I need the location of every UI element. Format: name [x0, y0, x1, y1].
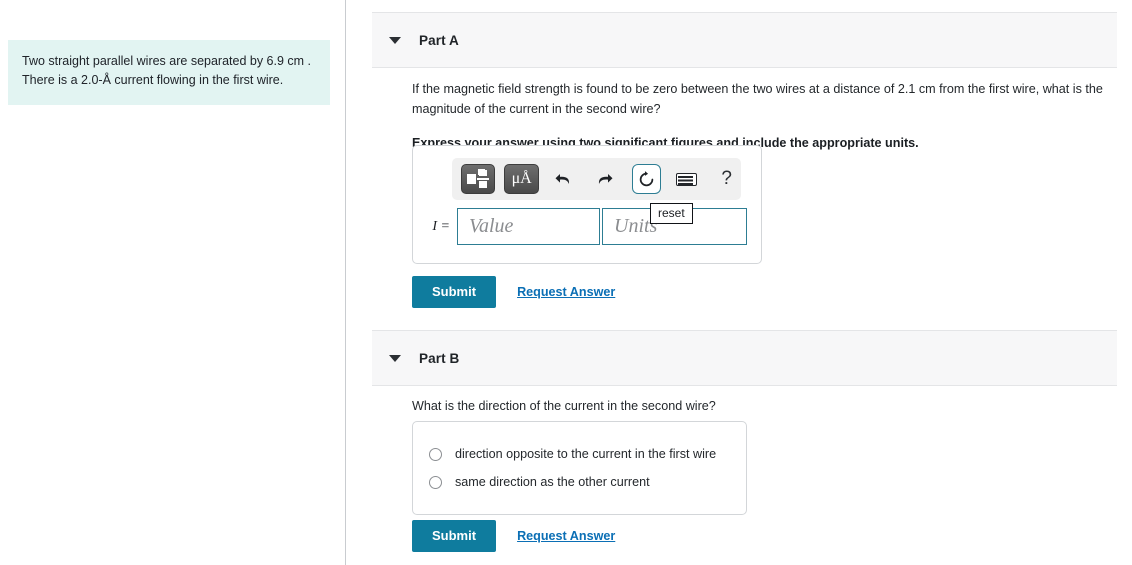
problem-pane: Two straight parallel wires are separate… — [0, 0, 346, 565]
part-a-submit-button[interactable]: Submit — [412, 276, 497, 308]
part-a-question: If the magnetic field strength is found … — [412, 82, 1103, 117]
part-a-request-answer-link[interactable]: Request Answer — [517, 285, 615, 299]
value-input[interactable]: Value — [457, 208, 600, 245]
part-b-actions: Submit Request Answer — [412, 520, 615, 552]
part-a-body: If the magnetic field strength is found … — [412, 79, 1122, 150]
option-row[interactable]: direction opposite to the current in the… — [413, 440, 746, 468]
keyboard-icon[interactable] — [672, 164, 701, 194]
part-a-title: Part A — [419, 32, 459, 48]
radio-button-icon[interactable] — [429, 475, 442, 489]
part-b-header[interactable]: Part B — [372, 330, 1117, 386]
radio-button-icon[interactable] — [429, 447, 442, 461]
caret-down-icon[interactable] — [389, 354, 401, 362]
redo-icon[interactable] — [589, 164, 618, 194]
problem-statement-text: Two straight parallel wires are separate… — [22, 54, 312, 88]
part-a-header[interactable]: Part A — [372, 12, 1117, 68]
option-label: direction opposite to the current in the… — [455, 447, 717, 461]
current-symbol-label: I = — [432, 218, 450, 234]
answer-toolbar: μÅ ? — [452, 158, 741, 200]
part-b-submit-button[interactable]: Submit — [412, 520, 497, 552]
page-root: Two straight parallel wires are separate… — [0, 0, 1132, 565]
part-a-answer-box: μÅ ? I = Value Units reset — [412, 145, 762, 264]
reset-tooltip: reset — [650, 203, 693, 224]
caret-down-icon[interactable] — [389, 36, 401, 44]
help-icon[interactable]: ? — [712, 164, 741, 194]
template-icon[interactable] — [461, 164, 496, 194]
units-icon[interactable]: μÅ — [504, 164, 539, 194]
answer-pane: Part A If the magnetic field strength is… — [347, 0, 1132, 565]
part-a-actions: Submit Request Answer — [412, 276, 615, 308]
part-b-title: Part B — [419, 350, 460, 366]
part-b-question: What is the direction of the current in … — [412, 399, 716, 413]
undo-icon[interactable] — [550, 164, 579, 194]
value-input-placeholder: Value — [469, 215, 514, 237]
part-b-options-box: direction opposite to the current in the… — [412, 421, 747, 515]
option-row[interactable]: same direction as the other current — [413, 468, 746, 496]
part-b-body: What is the direction of the current in … — [412, 396, 1122, 416]
reset-icon[interactable] — [632, 164, 661, 194]
problem-statement-box: Two straight parallel wires are separate… — [8, 40, 330, 105]
answer-input-row: I = Value Units — [423, 208, 747, 245]
option-label: same direction as the other current — [455, 475, 650, 489]
part-b-request-answer-link[interactable]: Request Answer — [517, 529, 615, 543]
